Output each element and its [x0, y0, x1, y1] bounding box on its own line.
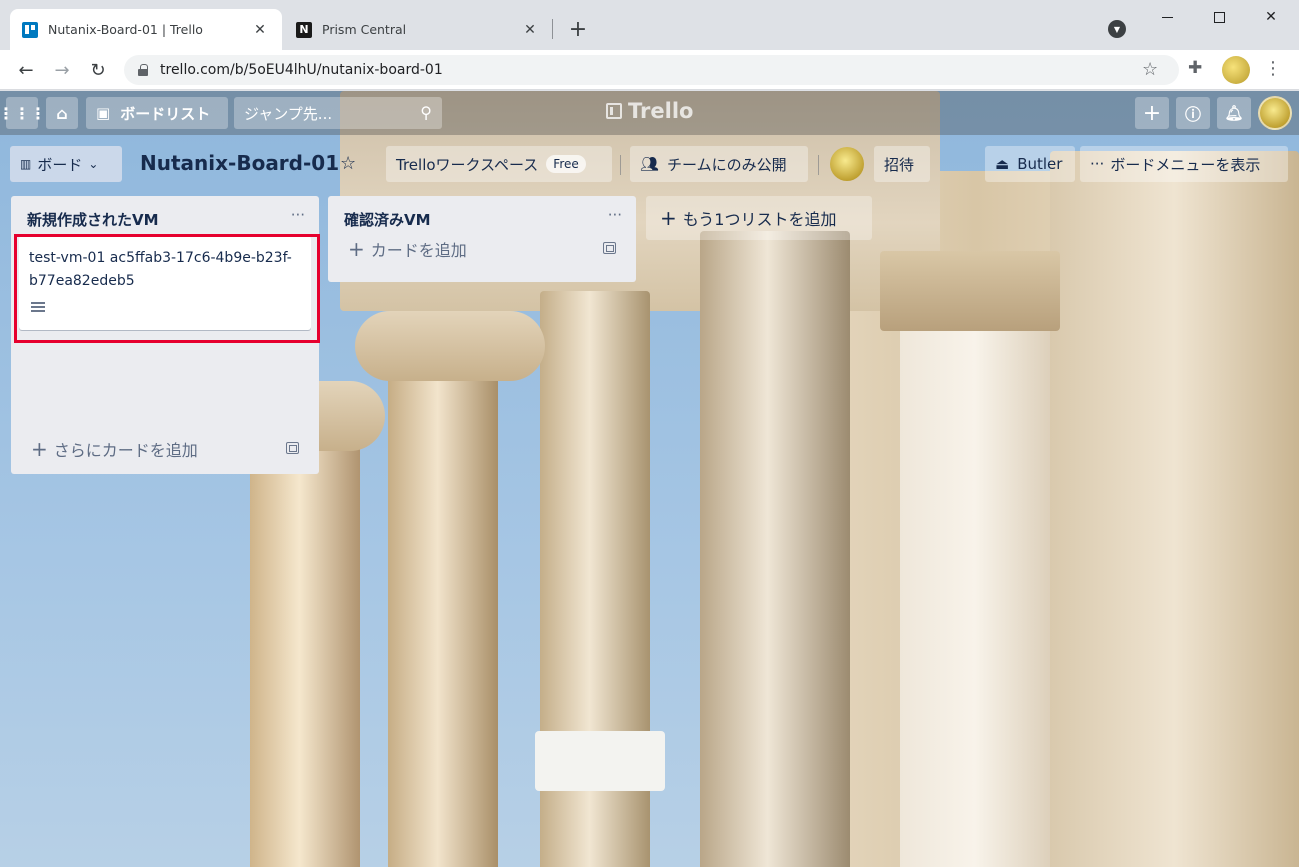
tab-prism-central[interactable]: N Prism Central ✕ [284, 9, 552, 50]
free-badge: Free [546, 155, 586, 173]
trello-favicon-icon [22, 21, 38, 38]
more-dots-icon: ··· [1090, 155, 1105, 173]
add-card-button[interactable]: + カードを追加 [336, 234, 628, 264]
home-icon[interactable]: ⌂ [46, 97, 78, 129]
board-title[interactable]: Nutanix-Board-01 [140, 151, 339, 175]
card-template-icon[interactable] [286, 442, 299, 454]
board-view-icon: ▥ [20, 157, 32, 171]
plus-icon: + [348, 237, 365, 261]
butler-icon: ⏏ [995, 155, 1010, 173]
tab-separator [552, 19, 553, 39]
trello-header: ⋮⋮⋮ ⌂ ▣ ボードリスト ジャンプ先... ⚲ Trello + ⓘ 🔔︎ [0, 91, 1299, 135]
chevron-down-icon: ⌄ [88, 157, 99, 171]
butler-label: Butler [1017, 155, 1063, 173]
create-plus-button[interactable]: + [1135, 97, 1169, 129]
card-template-icon[interactable] [603, 242, 616, 254]
board-icon: ▣ [96, 104, 111, 122]
visibility-button[interactable]: 👥︎ チームにのみ公開 [630, 146, 808, 182]
window-minimize-button[interactable] [1144, 4, 1190, 30]
board-view-label: ボード [37, 155, 83, 174]
show-menu-label: ボードメニューを表示 [1110, 155, 1261, 174]
new-tab-button[interactable]: + [566, 17, 590, 42]
profile-avatar[interactable] [1222, 56, 1250, 84]
bookmark-star-icon[interactable]: ☆ [1142, 59, 1158, 80]
boards-button[interactable]: ▣ ボードリスト [86, 97, 228, 129]
workspace-button[interactable]: Trelloワークスペース Free [386, 146, 612, 182]
invite-button[interactable]: 招待 [874, 146, 930, 182]
plus-icon: + [31, 437, 48, 461]
browser-tabstrip: Nutanix-Board-01 | Trello ✕ N Prism Cent… [0, 0, 1299, 50]
list-title[interactable]: 新規作成されたVM [27, 209, 159, 230]
board-view-switcher[interactable]: ▥ ボード ⌄ [10, 146, 122, 182]
board-header: ▥ ボード ⌄ Nutanix-Board-01 ☆ Trelloワークスペース… [0, 141, 1299, 185]
window-maximize-button[interactable] [1196, 4, 1242, 30]
card-title: test-vm-01 ac5ffab3-17c6-4b9e-b23f-b77ea… [29, 250, 292, 289]
add-card-label: さらにカードを追加 [53, 441, 198, 460]
notification-bell-icon[interactable]: 🔔︎ [1217, 97, 1251, 129]
list-menu-icon[interactable]: ··· [291, 206, 305, 224]
add-card-button[interactable]: + さらにカードを追加 [19, 434, 311, 464]
description-icon [31, 302, 45, 314]
butler-button[interactable]: ⏏ Butler [985, 146, 1075, 182]
divider [620, 155, 621, 175]
card-test-vm-01[interactable]: test-vm-01 ac5ffab3-17c6-4b9e-b23f-b77ea… [19, 236, 311, 330]
search-input[interactable]: ジャンプ先... ⚲ [234, 97, 442, 129]
list-new-vms: 新規作成されたVM ··· test-vm-01 ac5ffab3-17c6-4… [11, 196, 319, 474]
search-icon: ⚲ [420, 103, 432, 122]
tab-title: Prism Central [322, 22, 407, 37]
visibility-label: チームにのみ公開 [667, 155, 787, 174]
user-avatar[interactable] [1258, 96, 1292, 130]
forward-arrow-icon[interactable]: → [48, 56, 76, 84]
back-arrow-icon[interactable]: ← [12, 56, 40, 84]
boards-label: ボードリスト [120, 104, 211, 123]
window-close-button[interactable]: ✕ [1248, 4, 1294, 30]
trello-board-page: ⋮⋮⋮ ⌂ ▣ ボードリスト ジャンプ先... ⚲ Trello + ⓘ 🔔︎ … [0, 91, 1299, 867]
team-visibility-icon: 👥︎ [640, 155, 660, 173]
search-placeholder: ジャンプ先... [244, 104, 333, 123]
plus-icon: + [660, 206, 677, 230]
browser-menu-icon[interactable]: ⋮ [1264, 58, 1282, 79]
tab-trello[interactable]: Nutanix-Board-01 | Trello ✕ [10, 9, 282, 50]
add-list-button[interactable]: + もう1つリストを追加 [646, 196, 872, 240]
address-bar[interactable]: trello.com/b/5oEU4lhU/nutanix-board-01 [124, 55, 1179, 85]
trello-logo-icon [606, 103, 622, 119]
tab-close-icon[interactable]: ✕ [250, 20, 270, 40]
lock-icon [138, 64, 148, 76]
tab-title: Nutanix-Board-01 | Trello [48, 22, 203, 37]
star-board-icon[interactable]: ☆ [340, 153, 356, 174]
browser-toolbar: ← → ↻ trello.com/b/5oEU4lhU/nutanix-boar… [0, 50, 1299, 90]
tab-search-icon[interactable]: ▼ [1108, 20, 1126, 38]
reload-icon[interactable]: ↻ [84, 56, 112, 84]
tab-close-icon[interactable]: ✕ [520, 20, 540, 40]
info-icon[interactable]: ⓘ [1176, 97, 1210, 129]
member-avatar[interactable] [830, 147, 864, 181]
show-menu-button[interactable]: ··· ボードメニューを表示 [1080, 146, 1288, 182]
workspace-label: Trelloワークスペース [396, 155, 539, 174]
add-card-label: カードを追加 [370, 241, 467, 260]
divider [818, 155, 819, 175]
list-title[interactable]: 確認済みVM [344, 209, 431, 230]
trello-logo-text: Trello [628, 99, 694, 123]
list-confirmed-vms: 確認済みVM ··· + カードを追加 [328, 196, 636, 282]
trello-logo[interactable]: Trello [606, 99, 693, 123]
list-menu-icon[interactable]: ··· [608, 206, 622, 224]
add-list-label: もう1つリストを追加 [682, 210, 837, 229]
url-text: trello.com/b/5oEU4lhU/nutanix-board-01 [160, 62, 443, 78]
nutanix-favicon-icon: N [296, 21, 312, 38]
extensions-puzzle-icon[interactable]: ✚ [1188, 58, 1202, 78]
apps-grid-icon[interactable]: ⋮⋮⋮ [0, 97, 46, 129]
